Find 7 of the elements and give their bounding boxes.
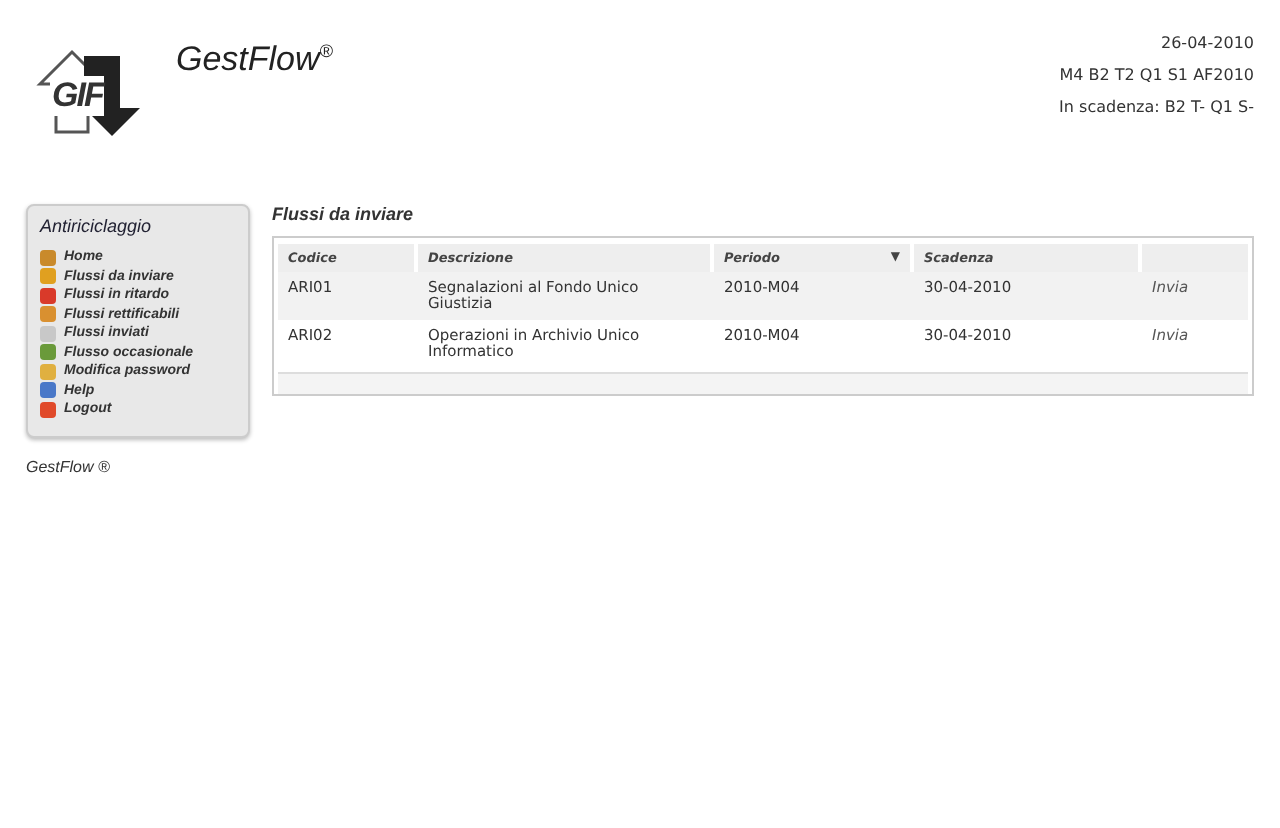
footer-text: GestFlow ® bbox=[26, 457, 112, 475]
period-code: M4 B2 T2 Q1 S1 AF2010 bbox=[1059, 66, 1254, 84]
due-text: In scadenza: B2 T- Q1 S- bbox=[1059, 98, 1254, 116]
date-text: 26-04-2010 bbox=[1161, 34, 1254, 52]
page-title: Flussi da inviare bbox=[272, 202, 416, 228]
menu-title: Antiriciclaggio bbox=[40, 216, 154, 236]
app-name: GestFlow$^{®}$ bbox=[176, 40, 333, 80]
